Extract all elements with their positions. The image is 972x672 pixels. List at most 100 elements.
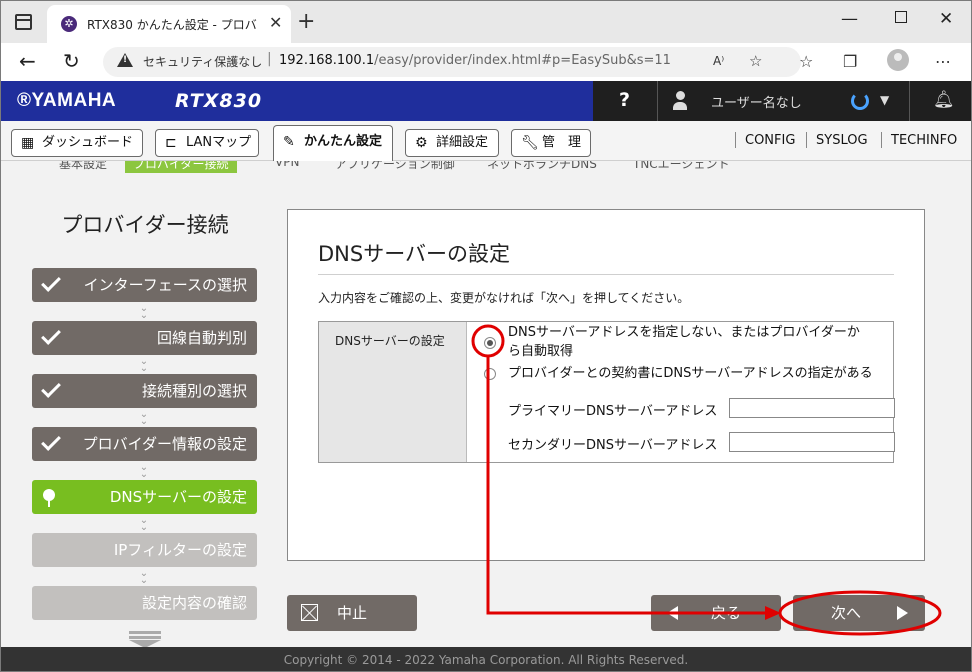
read-aloud-icon[interactable]: A⁾ — [713, 54, 724, 68]
back-button[interactable]: 戻る — [651, 595, 781, 631]
primary-dns-input[interactable] — [729, 398, 895, 418]
header-divider — [657, 81, 658, 121]
warning-icon — [117, 53, 133, 67]
url-field[interactable]: セキュリティ保護なし | 192.168.100.1/easy/provider… — [103, 47, 801, 77]
url-separator: | — [267, 51, 272, 67]
reload-icon[interactable]: ↻ — [63, 49, 80, 73]
option-auto-dns-label[interactable]: DNSサーバーアドレスを指定しない、またはプロバイダーか ら自動取得 — [508, 323, 860, 361]
step-connection-type: 接続種別の選択 — [32, 374, 257, 408]
subnav-item[interactable]: TNCエージェント — [633, 161, 729, 172]
check-icon — [41, 325, 61, 345]
security-status[interactable]: セキュリティ保護なし — [143, 53, 262, 70]
pin-icon — [43, 489, 55, 507]
user-name[interactable]: ユーザー名なし — [711, 92, 802, 111]
step-ip-filter: IPフィルターの設定 — [32, 533, 257, 567]
cancel-label: 中止 — [336, 604, 367, 622]
menu-manage-button[interactable]: 🔧︎ 管 理 — [511, 129, 591, 157]
next-button[interactable]: 次へ — [793, 595, 925, 631]
step-label: 回線自動判別 — [156, 329, 247, 347]
wrench-icon: 🔧︎ — [521, 135, 539, 151]
new-tab-icon[interactable]: + — [297, 9, 315, 34]
menu-easy-setup-tab[interactable]: ✎ かんたん設定 — [273, 125, 393, 161]
cancel-button[interactable]: 中止 — [287, 595, 417, 631]
favorites-icon[interactable]: ☆ — [799, 52, 813, 71]
header-tools: ? ユーザー名なし ▼ 🔔︎ — [593, 81, 971, 121]
minimize-icon[interactable]: — — [841, 9, 858, 29]
model-name: RTX830 — [175, 90, 263, 112]
dns-form-table: DNSサーバーの設定 DNSサーバーアドレスを指定しない、またはプロバイダーから… — [318, 321, 895, 463]
bell-icon[interactable]: 🔔︎ — [933, 90, 955, 110]
field-label: DNSサーバーの設定 — [335, 334, 445, 348]
subnav-item-current[interactable]: プロバイダー接続 — [125, 161, 237, 173]
app-header: ®YAMAHA RTX830 ? ユーザー名なし ▼ 🔔︎ — [1, 81, 971, 121]
subnav-item[interactable]: 基本設定 — [59, 161, 107, 172]
step-label: 設定内容の確認 — [141, 594, 247, 612]
link-divider — [881, 132, 882, 148]
chevron-down-icon[interactable]: ▼ — [880, 93, 889, 107]
browser-tab-bar: ✲ RTX830 かんたん設定 - プロバイダー接 ✕ + — ✕ — [1, 1, 971, 43]
back-label: 戻る — [711, 604, 742, 622]
step-interface: インターフェースの選択 — [32, 268, 257, 302]
field-label-cell: DNSサーバーの設定 — [319, 322, 467, 462]
config-link[interactable]: CONFIG — [745, 133, 795, 148]
help-icon[interactable]: ? — [619, 89, 630, 111]
dashboard-icon: ▦ — [21, 135, 35, 151]
yamaha-logo: ®YAMAHA — [17, 90, 117, 111]
tab-title: RTX830 かんたん設定 - プロバイダー接 — [87, 18, 257, 32]
step-label: インターフェースの選択 — [83, 276, 247, 294]
option-manual-dns-label[interactable]: プロバイダーとの契約書にDNSサーバーアドレスの指定がある — [508, 364, 873, 383]
check-icon — [41, 272, 61, 292]
address-bar-row: ← ↻ セキュリティ保護なし | 192.168.100.1/easy/prov… — [1, 43, 971, 81]
main-menu: ▦ ダッシュボード ⊏ LANマップ ✎ かんたん設定 ⚙ 詳細設定 🔧︎ 管 理 CON… — [1, 121, 971, 161]
menu-dashboard-button[interactable]: ▦ ダッシュボード — [11, 129, 143, 157]
menu-lanmap-button[interactable]: ⊏ LANマップ — [155, 129, 259, 157]
radio-manual-dns[interactable] — [484, 368, 496, 380]
step-label: プロバイダー情報の設定 — [82, 435, 247, 453]
menu-easy-label: かんたん設定 — [304, 134, 383, 149]
panel-description: 入力内容をご確認の上、変更がなければ「次へ」を押してください。 — [318, 291, 690, 305]
techinfo-link[interactable]: TECHINFO — [891, 133, 957, 148]
radio-auto-dns[interactable] — [484, 337, 496, 349]
wand-icon: ✎ — [283, 134, 295, 150]
subnav-item[interactable]: VPN — [275, 161, 299, 169]
chevron-down-icon: ⌄ ⌄ — [139, 568, 149, 586]
menu-detail-button[interactable]: ⚙ 詳細設定 — [405, 129, 499, 157]
settings-panel: DNSサーバーの設定 入力内容をご確認の上、変更がなければ「次へ」を押してくださ… — [287, 209, 925, 561]
url-path: /easy/provider/index.html#p=EasySub&s=11 — [374, 53, 671, 68]
primary-dns-label: プライマリーDNSサーバーアドレス — [508, 404, 718, 419]
gear-icon: ⚙ — [415, 135, 428, 151]
user-icon — [673, 91, 687, 111]
tab-close-icon[interactable]: ✕ — [269, 13, 282, 32]
chevron-down-icon: ⌄ ⌄ — [139, 515, 149, 533]
menu-detail-label: 詳細設定 — [436, 135, 489, 150]
menu-manage-label: 管 理 — [542, 135, 582, 150]
menu-lanmap-label: LANマップ — [186, 135, 252, 150]
lan-map-icon: ⊏ — [165, 135, 177, 151]
add-favorite-icon[interactable]: ☆ — [749, 52, 762, 70]
close-icon — [301, 604, 318, 621]
maximize-icon[interactable] — [895, 11, 907, 23]
secondary-dns-label: セカンダリーDNSサーバーアドレス — [508, 438, 718, 453]
profile-avatar[interactable] — [887, 49, 909, 71]
window-menu-icon[interactable] — [15, 14, 32, 30]
more-menu-icon[interactable]: ⋯ — [935, 52, 951, 71]
option-auto-line1: DNSサーバーアドレスを指定しない、またはプロバイダーか — [508, 325, 860, 340]
status-spinner-icon[interactable] — [851, 92, 869, 110]
syslog-link[interactable]: SYSLOG — [816, 133, 868, 148]
sub-navigation: 基本設定 プロバイダー接続 VPN アプリケーション制御 ネットボランチDNS … — [1, 161, 971, 175]
secondary-dns-input[interactable] — [729, 432, 895, 452]
step-label: IPフィルターの設定 — [113, 541, 247, 559]
back-arrow-icon[interactable]: ← — [19, 49, 36, 73]
triangle-left-icon — [667, 606, 678, 620]
close-window-icon[interactable]: ✕ — [939, 9, 953, 29]
url-text[interactable]: 192.168.100.1/easy/provider/index.html#p… — [279, 53, 671, 68]
subnav-item[interactable]: ネットボランチDNS — [487, 161, 597, 172]
footer-copyright: Copyright © 2014 - 2022 Yamaha Corporati… — [1, 647, 971, 671]
yamaha-logo-icon: ✲ — [61, 16, 77, 32]
subnav-item[interactable]: アプリケーション制御 — [335, 161, 455, 172]
screenshot-page: ✲ RTX830 かんたん設定 - プロバイダー接 ✕ + — ✕ ← ↻ セキ… — [0, 0, 972, 672]
browser-tab[interactable]: ✲ RTX830 かんたん設定 - プロバイダー接 ✕ — [47, 5, 291, 43]
chevron-down-icon: ⌄ ⌄ — [139, 462, 149, 480]
collections-icon[interactable]: ❐ — [843, 52, 857, 71]
option-auto-line2: ら自動取得 — [508, 344, 574, 359]
